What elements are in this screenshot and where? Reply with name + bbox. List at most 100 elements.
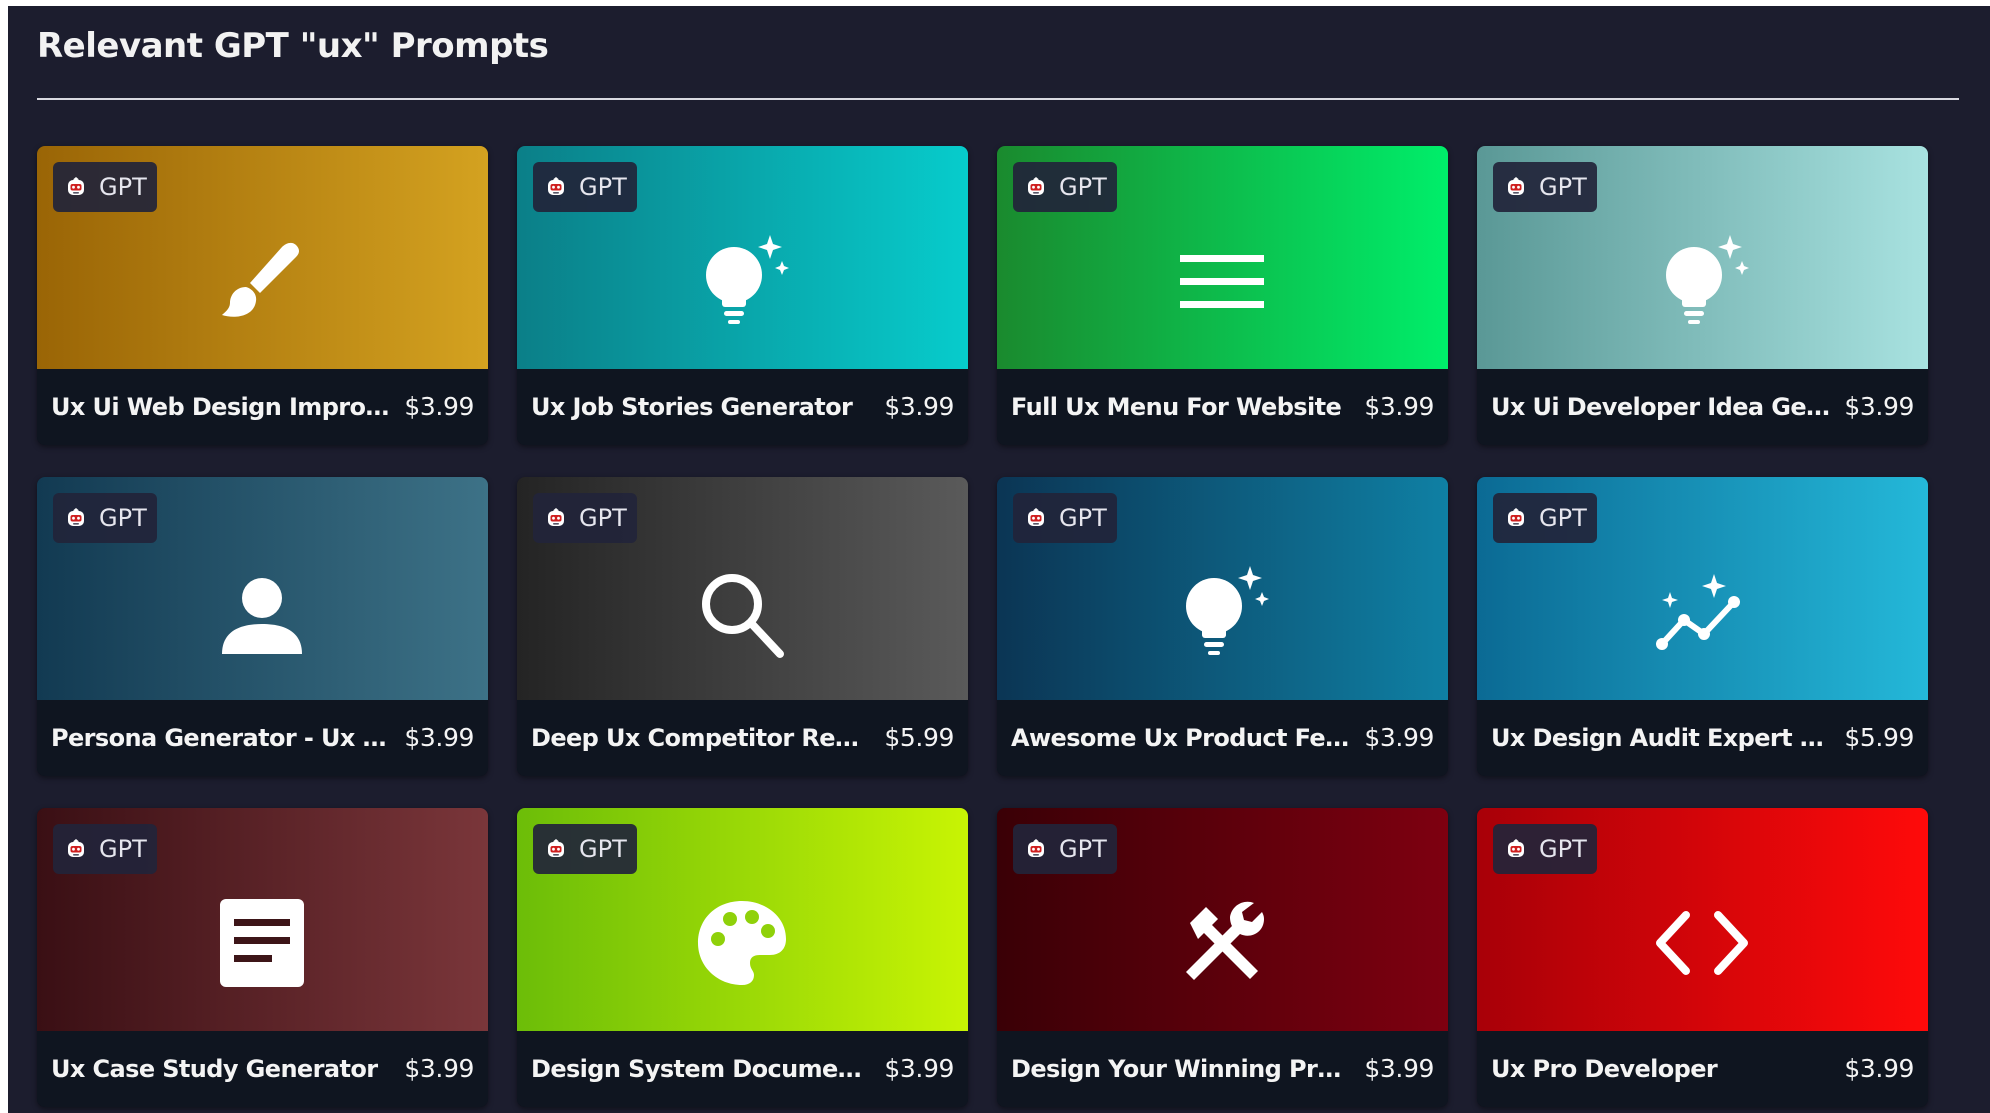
gpt-badge: GPT xyxy=(1013,493,1117,543)
card-price: $3.99 xyxy=(1364,392,1434,421)
search-icon xyxy=(692,562,792,662)
badge-label: GPT xyxy=(1539,835,1587,863)
document-icon xyxy=(212,893,312,993)
badge-label: GPT xyxy=(1059,173,1107,201)
card-banner: GPT xyxy=(997,808,1448,1031)
prompt-card-grid: GPT Ux Ui Web Design Improvement $3.99 G… xyxy=(37,146,1949,1107)
prompt-card-3[interactable]: GPT Full Ux Menu For Website $3.99 xyxy=(997,146,1448,445)
prompt-card-12[interactable]: GPT Ux Pro Developer $3.99 xyxy=(1477,808,1928,1107)
gpt-badge: GPT xyxy=(1493,824,1597,874)
gpt-badge: GPT xyxy=(533,824,637,874)
robot-icon xyxy=(548,508,564,526)
card-title: Deep Ux Competitor Review A... xyxy=(531,724,871,752)
card-price: $3.99 xyxy=(404,392,474,421)
card-title: Full Ux Menu For Website xyxy=(1011,393,1342,421)
badge-label: GPT xyxy=(1059,504,1107,532)
gpt-badge: GPT xyxy=(53,162,157,212)
card-footer: Ux Ui Developer Idea Generator $3.99 xyxy=(1477,369,1928,445)
badge-label: GPT xyxy=(1059,835,1107,863)
card-banner: GPT xyxy=(37,477,488,700)
lightbulb-icon xyxy=(1652,231,1752,331)
badge-label: GPT xyxy=(579,173,627,201)
badge-label: GPT xyxy=(579,835,627,863)
gpt-badge: GPT xyxy=(53,493,157,543)
prompt-card-6[interactable]: GPT Deep Ux Competitor Review A... $5.99 xyxy=(517,477,968,776)
card-banner: GPT xyxy=(37,146,488,369)
prompt-card-9[interactable]: GPT Ux Case Study Generator $3.99 xyxy=(37,808,488,1107)
card-footer: Ux Job Stories Generator $3.99 xyxy=(517,369,968,445)
card-footer: Deep Ux Competitor Review A... $5.99 xyxy=(517,700,968,776)
lightbulb-icon xyxy=(692,231,792,331)
section-title: Relevant GPT "ux" Prompts xyxy=(37,26,549,66)
card-title: Ux Ui Web Design Improvement xyxy=(51,393,391,421)
card-footer: Design Your Winning Product ... $3.99 xyxy=(997,1031,1448,1107)
gpt-badge: GPT xyxy=(1013,824,1117,874)
gpt-badge: GPT xyxy=(1013,162,1117,212)
card-title: Ux Job Stories Generator xyxy=(531,393,853,421)
card-price: $5.99 xyxy=(1844,723,1914,752)
card-price: $3.99 xyxy=(404,723,474,752)
prompt-card-8[interactable]: GPT Ux Design Audit Expert App R... $5.9… xyxy=(1477,477,1928,776)
robot-icon xyxy=(68,508,84,526)
card-footer: Design System Documentatio... $3.99 xyxy=(517,1031,968,1107)
prompt-card-4[interactable]: GPT Ux Ui Developer Idea Generator $3.99 xyxy=(1477,146,1928,445)
prompts-panel: Relevant GPT "ux" Prompts GPT Ux Ui Web … xyxy=(8,6,1990,1113)
robot-icon xyxy=(548,177,564,195)
card-title: Ux Design Audit Expert App R... xyxy=(1491,724,1831,752)
card-footer: Ux Pro Developer $3.99 xyxy=(1477,1031,1928,1107)
card-footer: Persona Generator - Ux User ... $3.99 xyxy=(37,700,488,776)
prompt-card-5[interactable]: GPT Persona Generator - Ux User ... $3.9… xyxy=(37,477,488,776)
badge-label: GPT xyxy=(99,173,147,201)
card-footer: Full Ux Menu For Website $3.99 xyxy=(997,369,1448,445)
card-price: $3.99 xyxy=(884,392,954,421)
card-banner: GPT xyxy=(517,808,968,1031)
badge-label: GPT xyxy=(99,504,147,532)
gpt-badge: GPT xyxy=(533,162,637,212)
brush-icon xyxy=(212,231,312,331)
card-banner: GPT xyxy=(1477,808,1928,1031)
card-title: Design System Documentatio... xyxy=(531,1055,871,1083)
analytics-icon xyxy=(1652,562,1752,662)
card-footer: Ux Case Study Generator $3.99 xyxy=(37,1031,488,1107)
card-title: Ux Ui Developer Idea Generator xyxy=(1491,393,1831,421)
card-banner: GPT xyxy=(1477,477,1928,700)
card-banner: GPT xyxy=(1477,146,1928,369)
prompt-card-2[interactable]: GPT Ux Job Stories Generator $3.99 xyxy=(517,146,968,445)
code-icon xyxy=(1652,893,1752,993)
badge-label: GPT xyxy=(1539,504,1587,532)
card-price: $5.99 xyxy=(884,723,954,752)
badge-label: GPT xyxy=(99,835,147,863)
robot-icon xyxy=(1508,508,1524,526)
robot-icon xyxy=(68,177,84,195)
card-price: $3.99 xyxy=(404,1054,474,1083)
card-price: $3.99 xyxy=(1844,392,1914,421)
card-footer: Ux Design Audit Expert App R... $5.99 xyxy=(1477,700,1928,776)
person-icon xyxy=(212,562,312,662)
card-title: Design Your Winning Product ... xyxy=(1011,1055,1351,1083)
robot-icon xyxy=(1508,177,1524,195)
card-banner: GPT xyxy=(997,477,1448,700)
card-banner: GPT xyxy=(37,808,488,1031)
lightbulb-icon xyxy=(1172,562,1272,662)
gpt-badge: GPT xyxy=(533,493,637,543)
card-price: $3.99 xyxy=(1364,723,1434,752)
card-banner: GPT xyxy=(517,146,968,369)
section-divider xyxy=(37,98,1959,100)
card-price: $3.99 xyxy=(1364,1054,1434,1083)
card-price: $3.99 xyxy=(1844,1054,1914,1083)
prompt-card-11[interactable]: GPT Design Your Winning Product ... $3.9… xyxy=(997,808,1448,1107)
gpt-badge: GPT xyxy=(1493,162,1597,212)
card-title: Ux Case Study Generator xyxy=(51,1055,378,1083)
palette-icon xyxy=(692,893,792,993)
card-price: $3.99 xyxy=(884,1054,954,1083)
card-banner: GPT xyxy=(997,146,1448,369)
badge-label: GPT xyxy=(579,504,627,532)
robot-icon xyxy=(68,839,84,857)
badge-label: GPT xyxy=(1539,173,1587,201)
prompt-card-7[interactable]: GPT Awesome Ux Product Feature ... $3.99 xyxy=(997,477,1448,776)
card-title: Awesome Ux Product Feature ... xyxy=(1011,724,1351,752)
tools-icon xyxy=(1172,893,1272,993)
prompt-card-1[interactable]: GPT Ux Ui Web Design Improvement $3.99 xyxy=(37,146,488,445)
prompt-card-10[interactable]: GPT Design System Documentatio... $3.99 xyxy=(517,808,968,1107)
robot-icon xyxy=(1028,177,1044,195)
